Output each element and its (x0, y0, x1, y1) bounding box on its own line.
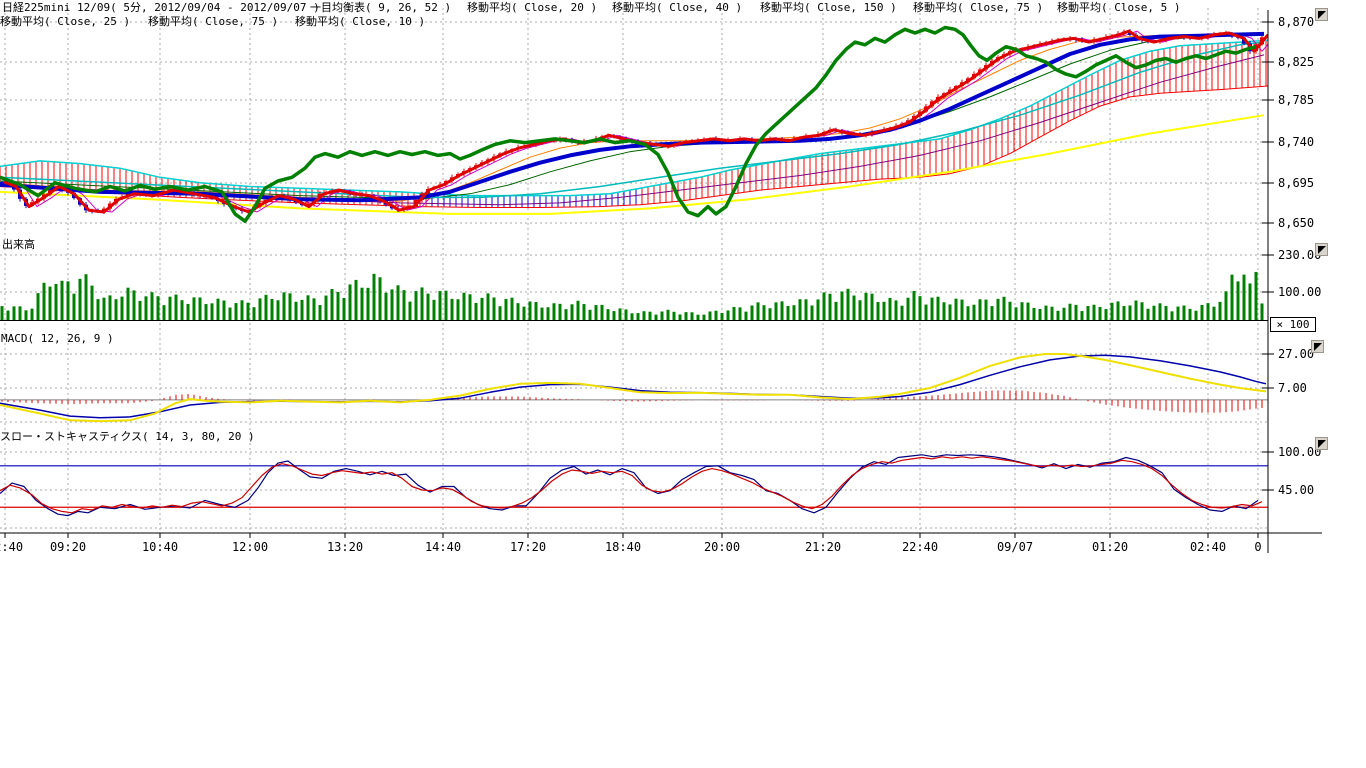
time-tick-label: 14:40 (425, 540, 461, 554)
time-tick-label: 21:20 (805, 540, 841, 554)
triangle-icon (1318, 11, 1326, 19)
price-panel (0, 28, 1276, 222)
time-tick-label: 18:40 (605, 540, 641, 554)
stoch-d-line (0, 455, 1258, 516)
axis-tick-label: 8,740 (1278, 135, 1314, 149)
legend-item: 移動平均( Close, 75 ) (148, 15, 278, 29)
legend-item: 移動平均( Close, 5 ) (1057, 1, 1180, 15)
time-tick-label: 10:40 (142, 540, 178, 554)
stochastics-panel (0, 455, 1268, 516)
axis-tick-label: 8,870 (1278, 15, 1314, 29)
stoch-panel-label: スロー・ストキャスティクス( 14, 3, 80, 20 ) (0, 430, 255, 443)
triangle-icon (1314, 343, 1322, 351)
legend-item: 移動平均( Close, 25 ) (0, 15, 130, 29)
legend-item: 移動平均( Close, 75 ) (913, 1, 1043, 15)
macd-panel-label: MACD( 12, 26, 9 ) (1, 332, 114, 345)
time-tick-label: 20:00 (704, 540, 740, 554)
time-tick-label: 13:20 (327, 540, 363, 554)
legend-item: 移動平均( Close, 150 ) (760, 1, 897, 15)
time-tick-label: 22:40 (902, 540, 938, 554)
time-tick-label: 17:20 (510, 540, 546, 554)
triangle-icon (1318, 246, 1326, 254)
volume-panel (0, 272, 1268, 321)
axis-tick-label: 8,695 (1278, 176, 1314, 190)
ma150-line (0, 115, 1264, 214)
legend-item: 一目均衡表( 9, 26, 52 ) (310, 1, 451, 15)
time-tick-label: 0 (1254, 540, 1261, 554)
volume-multiplier-badge: × 100 (1270, 317, 1316, 332)
axis-tick-label: 100.00 (1278, 285, 1321, 299)
price-panel-scale-button[interactable] (1315, 8, 1328, 21)
legend-item: 移動平均( Close, 20 ) (467, 1, 597, 15)
axis-tick-label: 8,825 (1278, 55, 1314, 69)
time-tick-label: 02:40 (1190, 540, 1226, 554)
stoch-k-line (0, 457, 1262, 513)
axis-tick-label: 8,650 (1278, 216, 1314, 230)
gridlines (0, 8, 1268, 533)
axis-tick-label: 45.00 (1278, 483, 1314, 497)
axes: 8,8708,8258,7858,7408,6958,650230.00100.… (0, 10, 1322, 554)
time-tick-label: 12:00 (232, 540, 268, 554)
ma5-line (4, 31, 1268, 212)
chart-window: 8,8708,8258,7858,7408,6958,650230.00100.… (0, 0, 1366, 768)
axis-tick-label: 8,785 (1278, 93, 1314, 107)
macd-signal-line (0, 355, 1266, 418)
time-tick-label: 02:40 (0, 540, 23, 554)
time-tick-label: 09:20 (50, 540, 86, 554)
volume-panel-label: 出来高 (2, 238, 35, 251)
legend-item: 日経225mini 12/09( 5分, 2012/09/04 - 2012/0… (2, 1, 320, 15)
ichimoku-span-upper (0, 40, 1268, 195)
axis-tick-label: 27.00 (1278, 347, 1314, 361)
triangle-icon (1318, 440, 1326, 448)
time-tick-label: 09/07 (997, 540, 1033, 554)
stoch-panel-scale-button[interactable] (1315, 437, 1328, 450)
time-tick-label: 01:20 (1092, 540, 1128, 554)
ma75-line (0, 42, 1264, 197)
legend-item: 移動平均( Close, 40 ) (612, 1, 742, 15)
volume-panel-scale-button[interactable] (1315, 243, 1328, 256)
axis-tick-label: 7.00 (1278, 381, 1307, 395)
legend-item: 移動平均( Close, 10 ) (295, 15, 425, 29)
chart-canvas: 8,8708,8258,7858,7408,6958,650230.00100.… (0, 0, 1366, 560)
macd-panel-scale-button[interactable] (1311, 340, 1324, 353)
